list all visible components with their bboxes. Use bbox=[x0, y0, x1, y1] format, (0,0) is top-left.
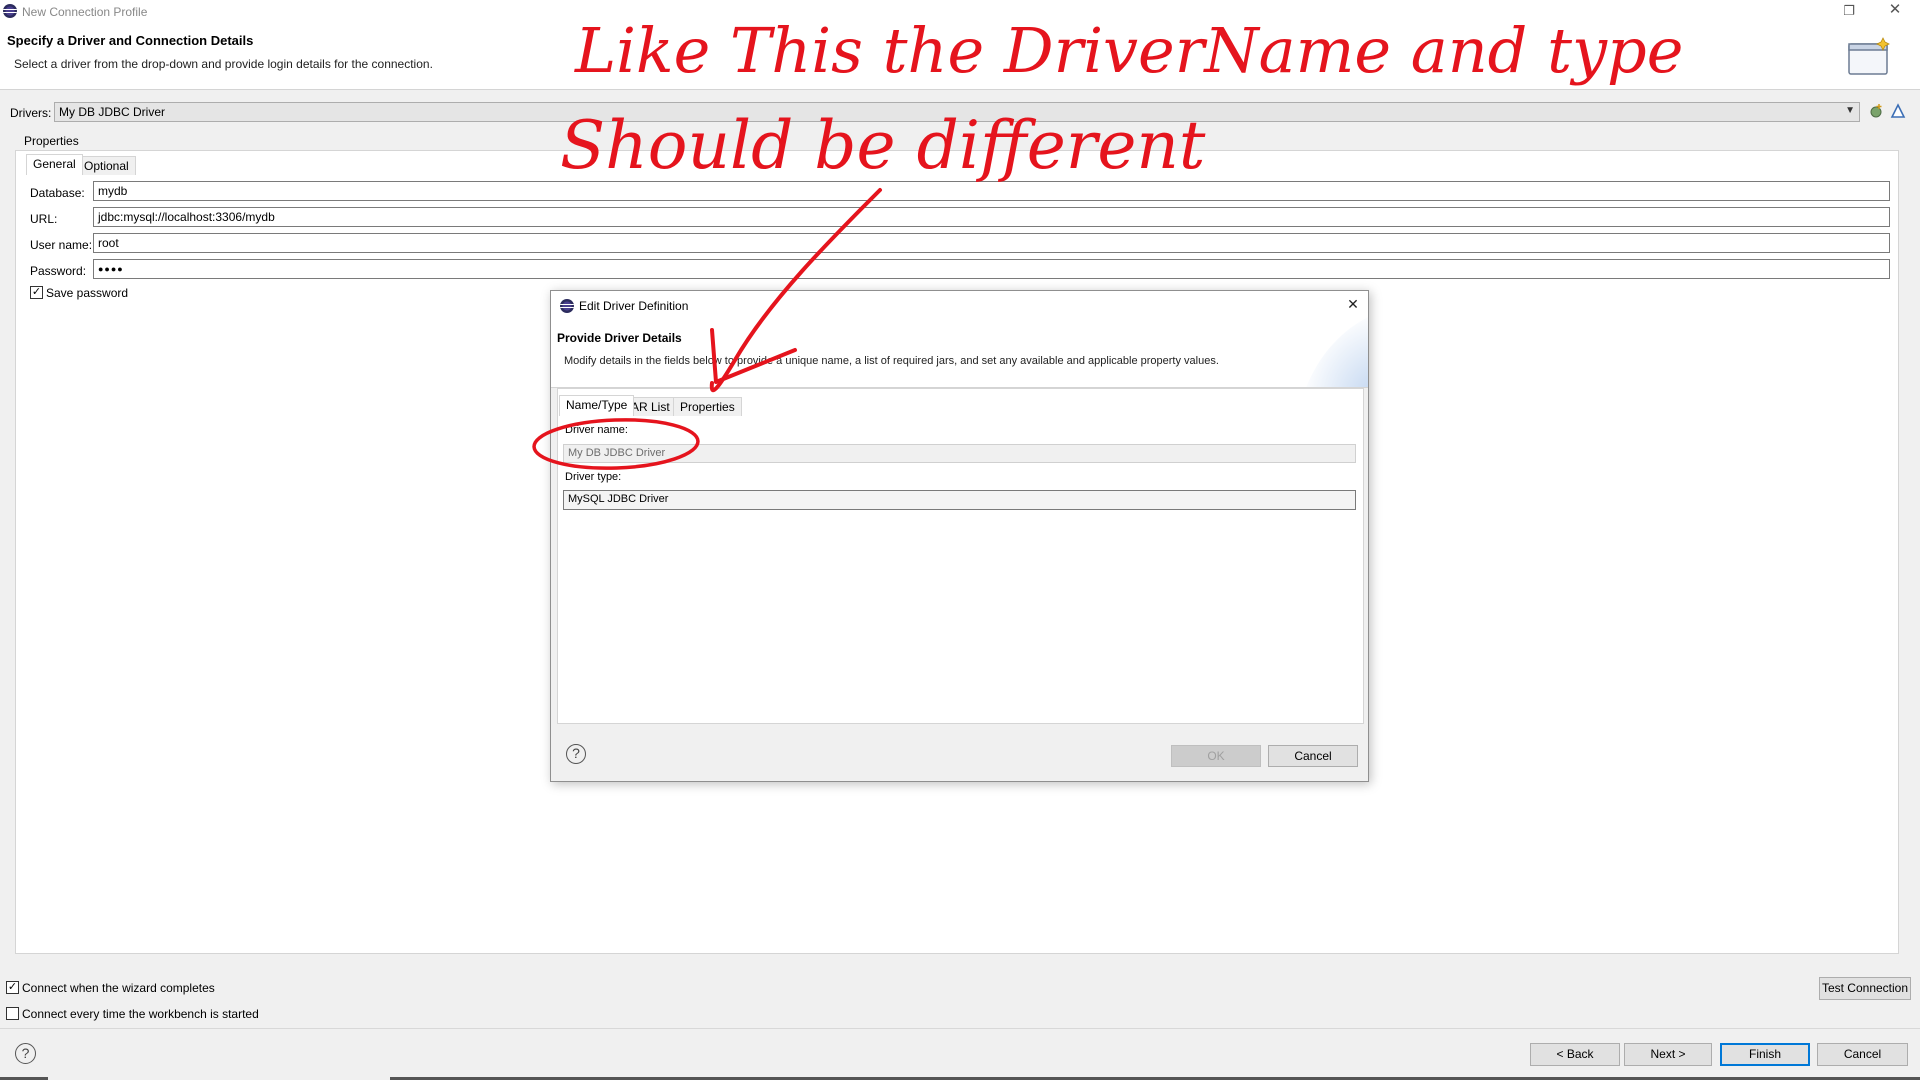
tab-name-type[interactable]: Name/Type bbox=[559, 395, 635, 416]
cancel-button[interactable]: Cancel bbox=[1817, 1043, 1908, 1066]
edit-driver-icon[interactable] bbox=[1890, 103, 1906, 119]
driver-type-input[interactable]: MySQL JDBC Driver bbox=[563, 490, 1356, 510]
drivers-label: Drivers: bbox=[10, 106, 52, 120]
dialog-cancel-button[interactable]: Cancel bbox=[1268, 745, 1358, 767]
dialog-close-icon[interactable]: ✕ bbox=[1344, 295, 1362, 313]
password-label: Password: bbox=[30, 264, 87, 278]
database-label: Database: bbox=[30, 186, 85, 200]
password-input[interactable]: ●●●● bbox=[93, 259, 1890, 279]
next-button[interactable]: Next > bbox=[1624, 1043, 1712, 1066]
tab-properties[interactable]: Properties bbox=[673, 397, 742, 416]
eclipse-icon bbox=[560, 299, 574, 313]
dialog-heading: Provide Driver Details bbox=[557, 331, 682, 345]
tab-optional[interactable]: Optional bbox=[77, 156, 136, 175]
dialog-title: Edit Driver Definition bbox=[579, 299, 689, 313]
help-icon[interactable]: ? bbox=[15, 1043, 36, 1064]
connect-on-complete-label: Connect when the wizard completes bbox=[22, 981, 215, 995]
restore-icon[interactable]: ❐ bbox=[1838, 2, 1860, 20]
driver-name-input[interactable]: My DB JDBC Driver bbox=[563, 444, 1356, 463]
dialog-description: Modify details in the fields below to pr… bbox=[564, 355, 1219, 367]
dialog-banner-decoration bbox=[1306, 317, 1368, 387]
database-input[interactable]: mydb bbox=[93, 181, 1890, 201]
driver-name-label: Driver name: bbox=[565, 424, 628, 436]
connect-every-time-label: Connect every time the workbench is star… bbox=[22, 1007, 259, 1021]
url-input[interactable]: jdbc:mysql://localhost:3306/mydb bbox=[93, 207, 1890, 227]
save-password-label: Save password bbox=[46, 286, 129, 300]
page-description: Select a driver from the drop-down and p… bbox=[14, 57, 433, 71]
drivers-selected: My DB JDBC Driver bbox=[59, 105, 166, 119]
dialog-tab-panel bbox=[557, 388, 1364, 724]
edit-driver-dialog: Edit Driver Definition ✕ Provide Driver … bbox=[550, 290, 1369, 782]
username-input[interactable]: root bbox=[93, 233, 1890, 253]
url-label: URL: bbox=[30, 212, 58, 226]
eclipse-icon bbox=[3, 4, 17, 18]
window-title: New Connection Profile bbox=[22, 5, 148, 19]
close-icon[interactable]: ✕ bbox=[1884, 1, 1906, 19]
username-label: User name: bbox=[30, 238, 93, 252]
wizard-banner-icon bbox=[1848, 37, 1890, 75]
tab-general[interactable]: General bbox=[26, 154, 83, 175]
drivers-dropdown[interactable]: My DB JDBC Driver ▼ bbox=[54, 102, 1860, 122]
save-password-checkbox[interactable]: ✓ bbox=[30, 286, 43, 299]
page-title: Specify a Driver and Connection Details bbox=[7, 33, 254, 48]
footer-divider bbox=[0, 1028, 1920, 1029]
new-driver-icon[interactable] bbox=[1868, 103, 1884, 119]
connect-every-time-checkbox[interactable] bbox=[6, 1007, 19, 1020]
driver-type-label: Driver type: bbox=[565, 471, 622, 483]
finish-button[interactable]: Finish bbox=[1720, 1043, 1810, 1066]
dialog-help-icon[interactable]: ? bbox=[566, 744, 586, 764]
dialog-ok-button[interactable]: OK bbox=[1171, 745, 1261, 767]
wizard-header bbox=[0, 0, 1920, 90]
connect-on-complete-checkbox[interactable]: ✓ bbox=[6, 981, 19, 994]
chevron-down-icon: ▼ bbox=[1845, 105, 1855, 116]
properties-label: Properties bbox=[24, 134, 79, 148]
back-button[interactable]: < Back bbox=[1530, 1043, 1620, 1066]
test-connection-button[interactable]: Test Connection bbox=[1819, 977, 1911, 1000]
